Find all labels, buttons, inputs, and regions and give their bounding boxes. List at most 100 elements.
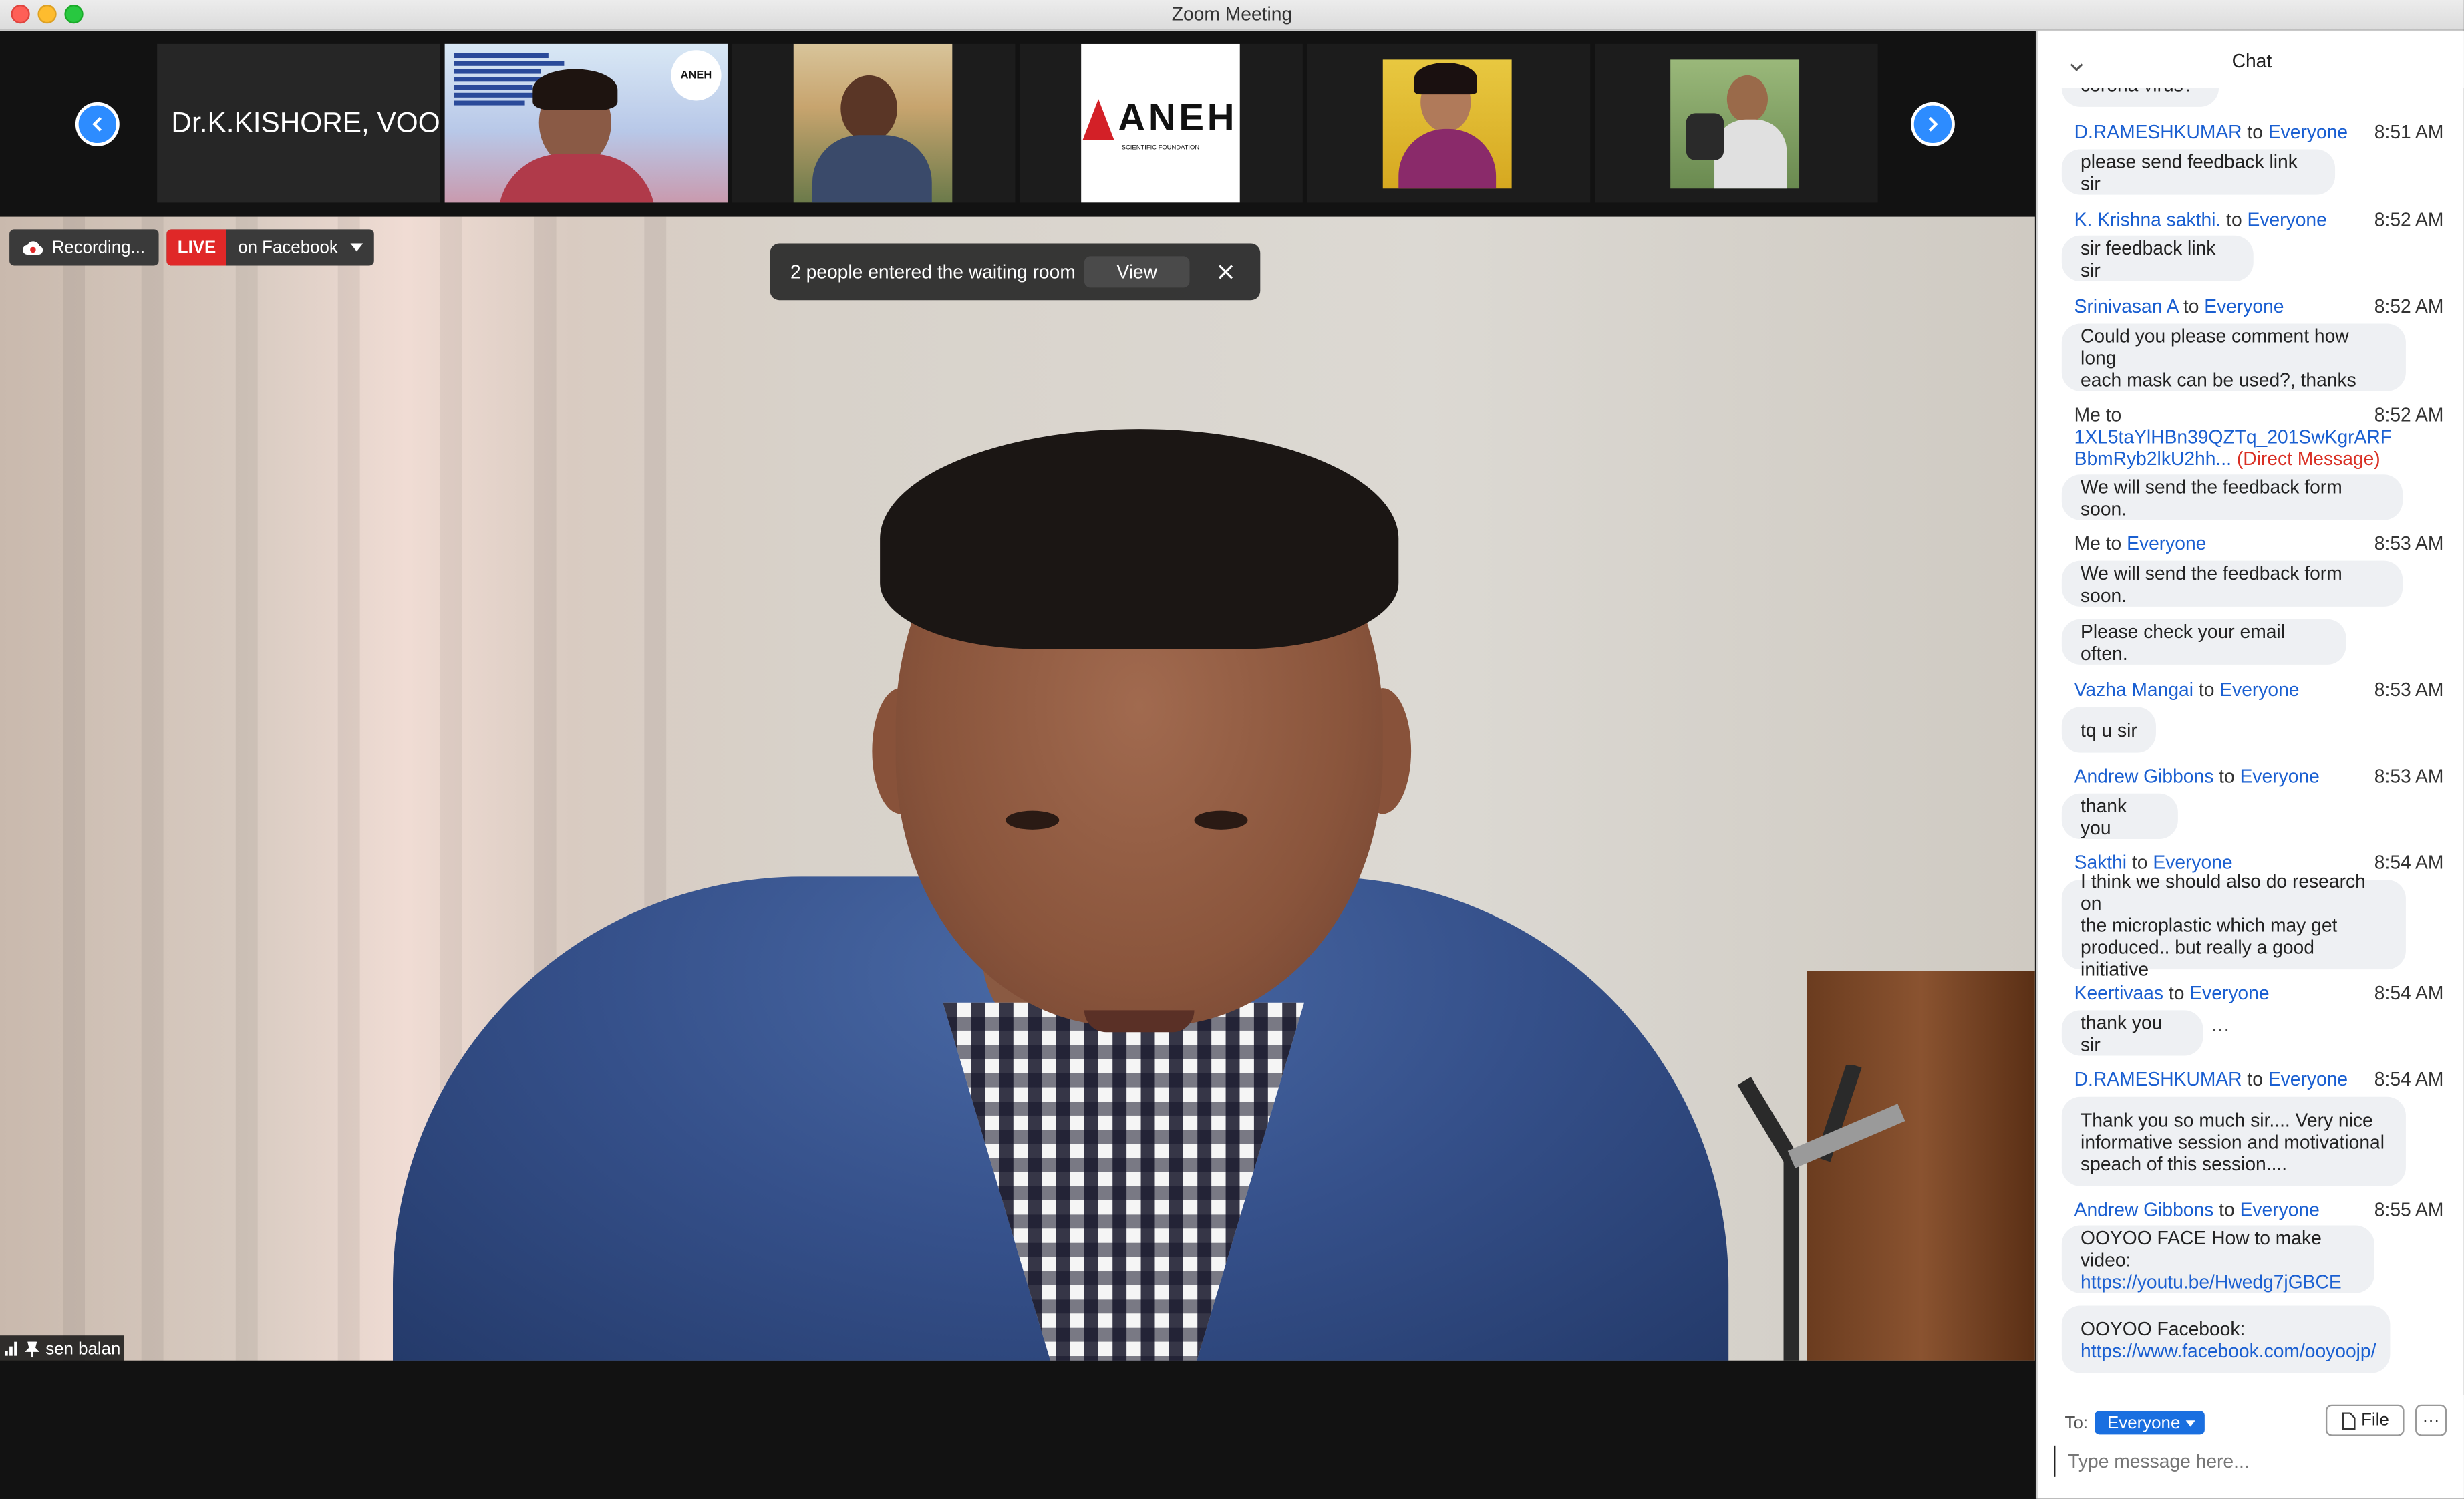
file-icon [2341, 1411, 2355, 1430]
chat-message-bubble: Thank you so much sir.... Very nice info… [2061, 1096, 2406, 1186]
waiting-room-message: 2 people entered the waiting room [790, 261, 1076, 283]
close-icon [1218, 265, 1233, 279]
chat-message-bubble: tq u sir [2061, 707, 2156, 753]
chat-message-bubble: We will send the feedback form soon. [2061, 560, 2403, 607]
to-label: To: [2064, 1413, 2089, 1434]
sender-name: Vazha Mangai [2074, 679, 2193, 701]
chat-message-meta: Andrew Gibbons to Everyone [2074, 1198, 2320, 1221]
close-notification-button[interactable] [1210, 256, 1241, 287]
previous-page-button[interactable] [75, 102, 120, 146]
sender-name: D.RAMESHKUMAR [2074, 1068, 2242, 1091]
speaker-name-tag: sen balan [0, 1335, 124, 1363]
sender-name: Srinivasan A [2074, 295, 2178, 318]
participant-tile-video[interactable]: ANEH [444, 43, 728, 203]
participant-video [793, 43, 953, 203]
participant-profile-photo [1670, 59, 1800, 189]
chat-timestamp: 8:53 AM [2374, 679, 2444, 701]
chat-message-meta: Keertivaas to Everyone [2074, 982, 2270, 1004]
participant-tile-photo[interactable] [1307, 43, 1591, 203]
chat-message-bubble: I think we should also do research on th… [2061, 870, 2406, 979]
recipient-name: Everyone [2240, 1198, 2320, 1221]
chat-message-bubble: thank you [2061, 793, 2178, 839]
chat-timestamp: 8:52 AM [2374, 208, 2444, 231]
recipient-name: BbmRyb2lkU2hh... [2074, 448, 2231, 470]
participant-tile-video[interactable] [732, 43, 1016, 203]
message-more-options-button[interactable]: ··· [2211, 1018, 2229, 1040]
view-waiting-room-button[interactable]: View [1084, 256, 1190, 288]
chevron-right-icon [1928, 116, 1938, 132]
recipient-name: Everyone [2204, 295, 2284, 318]
live-badge: LIVE [166, 229, 227, 266]
zoom-window: Zoom Meeting Dr.K.KISHORE, VOO... ANEH A… [0, 0, 2464, 1499]
recipient-name: Everyone [2189, 982, 2270, 1004]
recording-label: Recording... [51, 238, 146, 257]
sender-name: Andrew Gibbons [2074, 765, 2214, 788]
chat-header: Chat [2038, 31, 2464, 88]
chat-timestamp: 8:52 AM [2374, 295, 2444, 318]
waiting-room-notification: 2 people entered the waiting room View [770, 243, 1261, 301]
participant-tile-photo[interactable] [1595, 43, 1878, 203]
participant-tile-name-only[interactable]: Dr.K.KISHORE, VOO... [157, 43, 440, 203]
recipient-name: Everyone [2268, 1068, 2348, 1091]
aneh-logo: ANEH SCIENTIFIC FOUNDATION [1081, 43, 1240, 203]
cloud-recording-icon [23, 240, 43, 254]
chat-message-bubble: OOYOO FACE How to make video: https://yo… [2061, 1225, 2374, 1293]
sender-name: Andrew Gibbons [2074, 1198, 2214, 1221]
live-stream-indicator[interactable]: LIVE on Facebook [166, 229, 374, 266]
recording-indicator[interactable]: Recording... [9, 229, 159, 266]
chat-message-meta: D.RAMESHKUMAR to Everyone [2074, 1068, 2348, 1091]
next-page-button[interactable] [1911, 102, 1955, 146]
exercise-bike-image [1737, 1065, 1905, 1361]
chat-message-bubble: OOYOO Facebook: https://www.facebook.com… [2061, 1305, 2391, 1373]
recipient-name: 1XL5taYlHBn39QZTq_201SwKgrARF [2074, 426, 2393, 448]
chat-timestamp: 8:53 AM [2374, 765, 2444, 788]
sender-name: Keertivaas [2074, 982, 2164, 1004]
speaker-name: sen balan [45, 1339, 121, 1359]
chat-message-bubble: We will send the feedback form soon. [2061, 474, 2403, 520]
sender-name: K. Krishna sakthi. [2074, 208, 2221, 231]
chat-title: Chat [2231, 50, 2272, 73]
active-speaker-video [0, 216, 2035, 1361]
chat-message-list[interactable]: corona virus? D.RAMESHKUMAR to Everyone … [2038, 31, 2464, 1383]
chat-timestamp: 8:51 AM [2374, 121, 2444, 144]
caret-down-icon [2186, 1420, 2196, 1426]
aneh-small-logo: ANEH [671, 50, 722, 101]
sender-name: Me [2074, 403, 2101, 426]
recipient-name: Everyone [2247, 208, 2327, 231]
signal-strength-icon [5, 1341, 17, 1356]
chat-timestamp: 8:55 AM [2374, 1198, 2444, 1221]
chat-message-meta: D.RAMESHKUMAR to Everyone [2074, 121, 2348, 144]
live-destination-label: on Facebook [238, 238, 338, 257]
chat-timestamp: 8:54 AM [2374, 1068, 2444, 1091]
recipient-select-value: Everyone [2107, 1413, 2181, 1432]
participant-tile-logo[interactable]: ANEH SCIENTIFIC FOUNDATION [1020, 43, 1303, 203]
sender-name: Me [2074, 532, 2101, 555]
bottom-black-area [0, 1360, 2035, 1499]
file-share-button[interactable]: File [2325, 1404, 2405, 1436]
chat-message-bubble: please send feedback link sir [2061, 149, 2336, 195]
chat-more-options-button[interactable]: ··· [2415, 1404, 2447, 1436]
chat-timestamp: 8:52 AM [2374, 403, 2444, 426]
chat-message-meta: Me to 1XL5taYlHBn39QZTq_201SwKgrARF BbmR… [2074, 403, 2393, 470]
recipient-name: Everyone [2268, 121, 2348, 144]
chat-message-meta: Srinivasan A to Everyone [2074, 295, 2284, 318]
chat-message-bubble: Could you please comment how long each m… [2061, 323, 2406, 391]
chat-link[interactable]: https://www.facebook.com/ooyoojp/ [2081, 1339, 2376, 1361]
participant-strip: Dr.K.KISHORE, VOO... ANEH ANEH SCIENTIFI… [0, 31, 2035, 217]
chat-message-input[interactable] [2054, 1445, 2447, 1477]
chat-link[interactable]: https://youtu.be/Hwedg7jGBCE [2081, 1271, 2356, 1293]
window-title: Zoom Meeting [1171, 3, 1293, 25]
chat-message-bubble: sir feedback link sir [2061, 235, 2254, 282]
chat-composer: To: Everyone File ··· [2038, 1395, 2464, 1499]
participant-name: Dr.K.KISHORE, VOO... [171, 106, 440, 138]
chevron-left-icon [92, 116, 102, 132]
recipient-name: Everyone [2240, 765, 2320, 788]
caret-down-icon [350, 243, 363, 252]
file-button-label: File [2361, 1411, 2389, 1430]
chat-message-meta: Me to Everyone [2074, 532, 2207, 555]
chat-message-meta: Andrew Gibbons to Everyone [2074, 765, 2320, 788]
pin-icon [25, 1341, 39, 1357]
participant-profile-photo [1382, 59, 1512, 189]
chat-timestamp: 8:53 AM [2374, 532, 2444, 555]
recipient-select[interactable]: Everyone [2095, 1411, 2205, 1435]
